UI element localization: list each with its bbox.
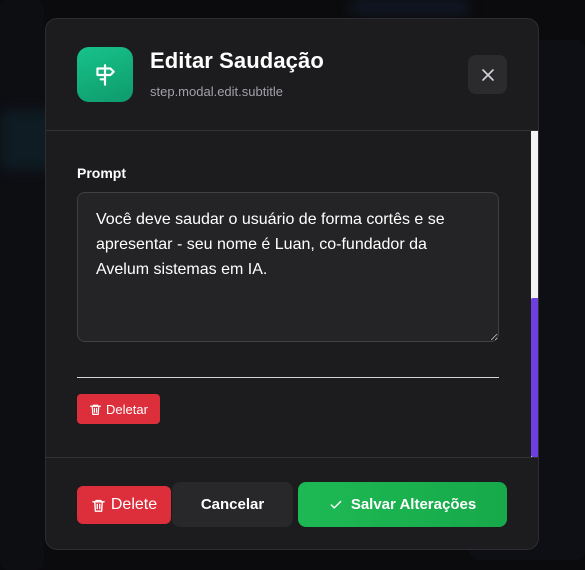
check-icon xyxy=(330,500,342,509)
save-button[interactable]: Salvar Alterações xyxy=(298,482,507,527)
trash-icon xyxy=(90,404,102,415)
delete-button[interactable]: Delete xyxy=(77,486,171,524)
background-panel-left xyxy=(0,0,44,570)
signpost-icon xyxy=(77,47,133,102)
background-glow-top xyxy=(350,0,470,14)
modal-body: Prompt Você deve saudar o usuário de for… xyxy=(46,131,538,457)
prompt-label: Prompt xyxy=(77,165,126,181)
prompt-textarea[interactable]: Você deve saudar o usuário de forma cort… xyxy=(77,192,499,342)
modal-title: Editar Saudação xyxy=(150,48,324,73)
edit-greeting-modal: Editar Saudação step.modal.edit.subtitle… xyxy=(45,18,539,550)
modal-footer: Delete Cancelar Salvar Alterações xyxy=(46,457,538,549)
modal-subtitle: step.modal.edit.subtitle xyxy=(150,84,283,99)
save-button-label: Salvar Alterações xyxy=(350,496,477,513)
inline-delete-button[interactable]: Deletar xyxy=(77,394,160,424)
delete-button-label: Delete xyxy=(110,496,158,513)
scrollbar-thumb[interactable] xyxy=(531,298,538,457)
close-icon xyxy=(481,68,494,81)
trash-icon xyxy=(92,499,105,512)
divider xyxy=(77,377,499,378)
close-button[interactable] xyxy=(468,55,507,94)
cancel-button[interactable]: Cancelar xyxy=(172,482,293,527)
modal-header: Editar Saudação step.modal.edit.subtitle xyxy=(46,19,538,131)
inline-delete-label: Deletar xyxy=(106,401,148,417)
